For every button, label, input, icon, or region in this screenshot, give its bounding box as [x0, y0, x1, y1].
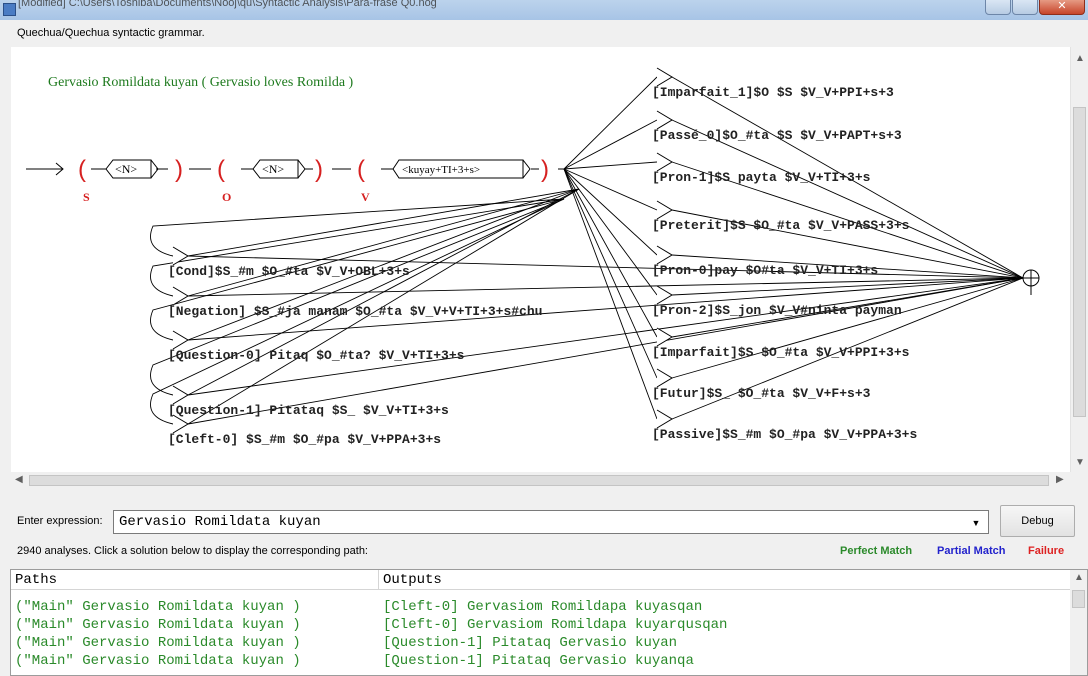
output-label-right: [Imparfait_1]$O $S $V_V+PPI+s+3: [652, 85, 894, 100]
close-paren-v: ): [541, 156, 549, 183]
output-node-arrow[interactable]: [656, 152, 673, 172]
var-label-v: V: [361, 190, 370, 204]
svg-text:<N>: <N>: [115, 162, 137, 176]
scroll-up-icon[interactable]: ▲: [1075, 53, 1085, 64]
final-node[interactable]: [1022, 269, 1040, 295]
output-node-arrow[interactable]: [656, 67, 673, 87]
output-label-right: [Passive]$S_#m $O_#pa $V_V+PPA+3+s: [652, 427, 917, 442]
graph-vertical-scrollbar[interactable]: ▲ ▼: [1070, 47, 1087, 472]
output-node-arrow[interactable]: [656, 285, 673, 305]
output-node-arrow[interactable]: [656, 200, 673, 220]
output-node-arrow[interactable]: [172, 385, 189, 405]
chevron-down-icon[interactable]: ▼: [965, 511, 987, 533]
output-label-left: [Cleft-0] $S_#m $O_#pa $V_V+PPA+3+s: [168, 432, 441, 447]
output-label-right: [Futur]$S_ $O_#ta $V_V+F+s+3: [652, 386, 871, 401]
grammar-graph-canvas[interactable]: Gervasio Romildata kuyan ( Gervasio love…: [11, 47, 1070, 472]
results-scroll-thumb[interactable]: [1072, 590, 1085, 608]
column-header-paths[interactable]: Paths: [11, 570, 379, 590]
scroll-up-icon[interactable]: ▲: [1074, 572, 1084, 583]
close-button[interactable]: ✕: [1039, 0, 1085, 15]
open-paren-v: (: [357, 156, 365, 183]
close-paren-s: ): [175, 156, 183, 183]
results-list[interactable]: Paths Outputs ("Main" Gervasio Romildata…: [10, 569, 1088, 676]
node-n2[interactable]: <N>: [252, 159, 306, 179]
output-node-arrow[interactable]: [656, 110, 673, 130]
result-row[interactable]: ("Main" Gervasio Romildata kuyan ) [Cleft…: [15, 616, 727, 634]
output-node-arrow[interactable]: [656, 409, 673, 429]
results-scrollbar[interactable]: ▲: [1070, 570, 1087, 675]
minimize-button[interactable]: [985, 0, 1011, 15]
legend-failure: Failure: [1028, 545, 1065, 557]
output-label-right: [Pron-2]$S_jon $V_V#ninta payman: [652, 303, 902, 318]
open-paren-s: (: [78, 156, 86, 183]
output-node-arrow[interactable]: [656, 327, 673, 347]
legend-perfect-match: Perfect Match: [840, 545, 913, 557]
output-node-arrow[interactable]: [656, 368, 673, 388]
var-label-s: S: [83, 190, 90, 204]
app-icon: [3, 3, 16, 16]
grammar-description: Quechua/Quechua syntactic grammar.: [17, 27, 205, 39]
window-title: [Modified] C:\Users\Toshiba\Documents\No…: [18, 0, 437, 9]
debug-button[interactable]: Debug: [1000, 505, 1075, 537]
output-node-arrow[interactable]: [172, 330, 189, 350]
maximize-button[interactable]: [1012, 0, 1038, 15]
output-label-left: [Negation] $S_#ja manam $O_#ta $V_V+V+TI…: [168, 304, 542, 319]
legend-partial-match: Partial Match: [937, 545, 1006, 557]
output-label-left: [Question-0] Pitaq $O_#ta? $V_V+TI+3+s: [168, 348, 465, 363]
output-label-right: [Passé_0]$O_#ta $S $V_V+PAPT+s+3: [652, 128, 902, 143]
column-header-outputs[interactable]: Outputs: [379, 570, 1071, 590]
node-kuyay[interactable]: <kuyay+TI+3+s>: [392, 159, 531, 179]
scroll-right-icon[interactable]: ▶: [1056, 474, 1064, 485]
output-label-right: [Pron-1]$S payta $V_V+TI+3+s: [652, 170, 871, 185]
graph-horizontal-scrollbar[interactable]: ◀ ▶: [11, 472, 1070, 489]
output-label-right: [Imparfait]$S $O_#ta $V_V+PPI+3+s: [652, 345, 910, 360]
result-row[interactable]: ("Main" Gervasio Romildata kuyan ) [Quest…: [15, 652, 694, 670]
output-label-right: [Pron-0]pay $O#ta $V_V+TI+3+s: [652, 263, 878, 278]
output-node-arrow[interactable]: [172, 246, 189, 266]
open-paren-o: (: [217, 156, 225, 183]
svg-text:<N>: <N>: [262, 162, 284, 176]
graph-comment: Gervasio Romildata kuyan ( Gervasio love…: [48, 75, 354, 90]
vertical-scroll-thumb[interactable]: [1073, 107, 1086, 417]
scroll-down-icon[interactable]: ▼: [1075, 457, 1085, 468]
output-label-left: [Question-1] Pitataq $S_ $V_V+TI+3+s: [168, 403, 449, 418]
expression-label: Enter expression:: [17, 515, 103, 527]
result-row[interactable]: ("Main" Gervasio Romildata kuyan ) [Quest…: [15, 634, 677, 652]
horizontal-scroll-thumb[interactable]: [29, 475, 1049, 486]
grammar-graph: Gervasio Romildata kuyan ( Gervasio love…: [26, 67, 1040, 447]
output-label-right: [Preterit]$S $O_#ta $V_V+PASS+3+s: [652, 218, 910, 233]
expression-input[interactable]: Gervasio Romildata kuyan: [113, 510, 989, 534]
svg-text:<kuyay+TI+3+s>: <kuyay+TI+3+s>: [402, 164, 480, 176]
title-bar: [Modified] C:\Users\Toshiba\Documents\No…: [0, 0, 1088, 20]
scroll-left-icon[interactable]: ◀: [15, 474, 23, 485]
output-label-left: [Cond]$S_#m $O_#ta $V_V+OBL+3+s: [168, 264, 410, 279]
analysis-status: 2940 analyses. Click a solution below to…: [17, 545, 368, 557]
node-n1[interactable]: <N>: [105, 159, 159, 179]
result-row[interactable]: ("Main" Gervasio Romildata kuyan ) [Cleft…: [15, 598, 702, 616]
var-label-o: O: [222, 190, 231, 204]
close-paren-o: ): [315, 156, 323, 183]
output-node-arrow[interactable]: [656, 245, 673, 265]
